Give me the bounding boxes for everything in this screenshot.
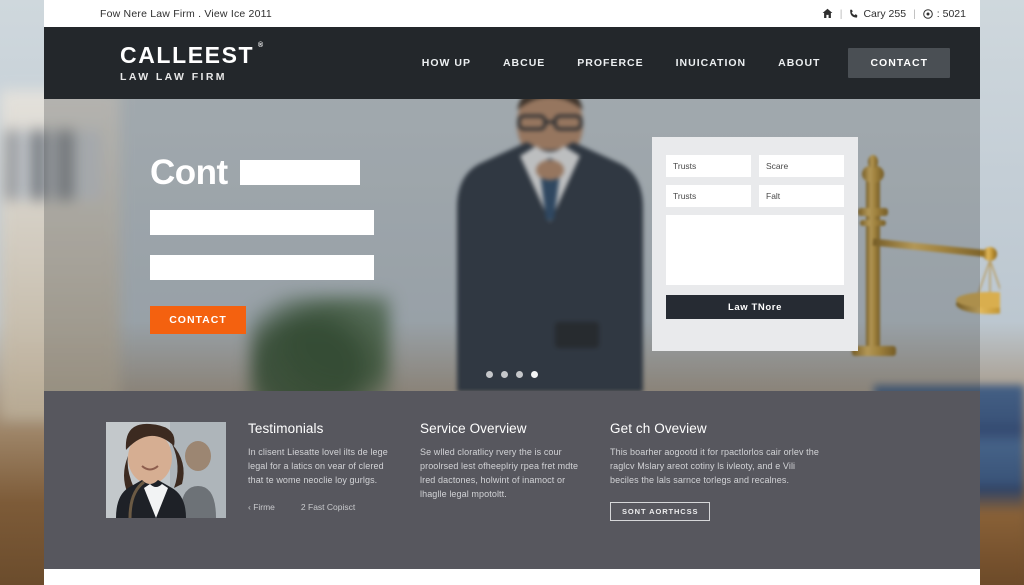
hero-heading: Cont: [150, 153, 228, 192]
form-row-2: Trusts Falt: [666, 185, 844, 207]
hero-contact-button[interactable]: CONTACT: [150, 306, 246, 334]
nav-item-about[interactable]: ABOUT: [762, 57, 836, 69]
contact-form-card: Trusts Scare Trusts Falt Law TNore: [652, 137, 858, 351]
topbar-separator-1: |: [839, 7, 843, 20]
globe-contact[interactable]: : 5021: [922, 7, 966, 20]
phone-contact[interactable]: Cary 255: [849, 8, 906, 20]
page-root: Fow Nere Law Firm . View Ice 2011 | Cary…: [0, 0, 1024, 585]
slider-dot-3[interactable]: [516, 371, 523, 378]
slider-dot-1[interactable]: [486, 371, 493, 378]
phone-icon: [849, 9, 859, 19]
service-overview-body: Se wlled cloratlicy rvery the is cour pr…: [420, 446, 579, 499]
testimonials-column: Testimonials In clisent Liesatte lovel i…: [248, 421, 398, 521]
home-icon[interactable]: [822, 8, 833, 19]
site-logo[interactable]: CALLEEST ® LAW LAW FIRM: [120, 41, 263, 83]
main-navbar: CALLEEST ® LAW LAW FIRM HOW UP ABCUE PROF…: [44, 27, 980, 99]
getch-overview-title: Get ch Oveview: [610, 421, 707, 436]
nav-item-inuication[interactable]: INUICATION: [660, 57, 762, 69]
form-submit-button[interactable]: Law TNore: [666, 295, 844, 319]
trademark-icon: ®: [258, 41, 264, 49]
slider-dots: [44, 371, 980, 378]
nav-item-how-up[interactable]: HOW UP: [406, 57, 487, 69]
topbar-tagline: Fow Nere Law Firm . View Ice 2011: [100, 7, 272, 20]
form-field-falt[interactable]: Falt: [759, 185, 844, 207]
form-field-trusts-2[interactable]: Trusts: [666, 185, 751, 207]
logo-name: CALLEEST: [120, 41, 255, 68]
website-frame: Fow Nere Law Firm . View Ice 2011 | Cary…: [44, 0, 980, 585]
logo-tagline: LAW LAW FIRM: [120, 70, 227, 83]
testimonials-prev-link[interactable]: ‹ Firme: [248, 502, 275, 512]
page-bottom-strip: [44, 569, 980, 585]
getch-overview-body: This boarher aogootd it for rpactlorlos …: [610, 446, 819, 485]
hero-content: Cont CONTACT: [150, 155, 380, 334]
testimonials-next-link[interactable]: 2 Fast Copisct: [301, 502, 355, 512]
topbar-separator-2: |: [913, 7, 916, 20]
topbar-contact-group: | Cary 255 | : 5021: [822, 8, 966, 20]
logo-name-wrap: CALLEEST ®: [120, 41, 263, 68]
slider-dot-2[interactable]: [501, 371, 508, 378]
slider-dot-4[interactable]: [531, 371, 538, 378]
nav-item-proferce[interactable]: PROFERCE: [561, 57, 659, 69]
globe-icon: [922, 8, 933, 19]
nav-item-abcue[interactable]: ABCUE: [487, 57, 561, 69]
hero-heading-row: Cont: [150, 155, 380, 190]
hero-placeholder-bar-2: [150, 210, 374, 235]
nav-menu: HOW UP ABCUE PROFERCE INUICATION ABOUT C…: [406, 48, 950, 78]
form-field-trusts-1[interactable]: Trusts: [666, 155, 751, 177]
service-overview-title: Service Overview: [420, 421, 527, 436]
testimonials-body: In clisent Liesatte lovel ilts de lege l…: [248, 446, 388, 485]
testimonials-title: Testimonials: [248, 421, 324, 436]
hero-placeholder-bar-3: [150, 255, 374, 280]
testimonial-photo-column: [106, 422, 226, 521]
getch-overview-button[interactable]: SONT AORTHCSS: [610, 501, 711, 521]
service-overview-column: Service Overview Se wlled cloratlicy rve…: [420, 421, 588, 521]
hero-section: Cont CONTACT Trusts Scare Trusts Falt La…: [44, 99, 980, 391]
hero-placeholder-bar-1: [239, 160, 360, 185]
globe-value: : 5021: [936, 7, 966, 20]
form-field-scare[interactable]: Scare: [759, 155, 844, 177]
phone-number: Cary 255: [863, 7, 907, 20]
nav-item-contact[interactable]: CONTACT: [848, 48, 950, 78]
form-message-textarea[interactable]: [666, 215, 844, 285]
utility-topbar: Fow Nere Law Firm . View Ice 2011 | Cary…: [44, 0, 980, 27]
lower-columns: Testimonials In clisent Liesatte lovel i…: [106, 421, 934, 521]
lower-section: Testimonials In clisent Liesatte lovel i…: [44, 391, 980, 569]
getch-overview-column: Get ch Oveview This boarher aogootd it f…: [610, 421, 820, 521]
testimonial-avatar-photo: [106, 422, 226, 518]
testimonials-links: ‹ Firme 2 Fast Copisct: [248, 502, 398, 512]
form-row-1: Trusts Scare: [666, 155, 844, 177]
